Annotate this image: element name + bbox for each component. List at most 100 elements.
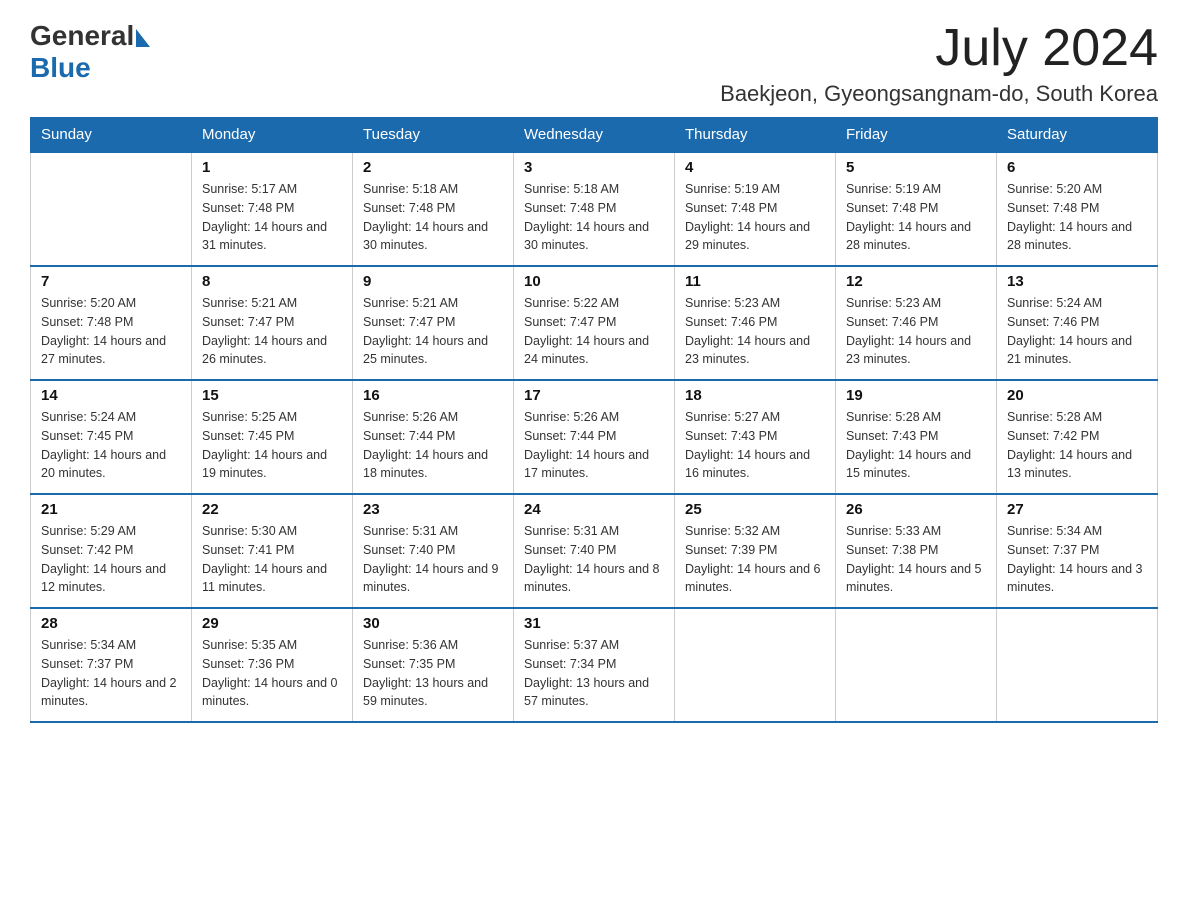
calendar-cell: 18 Sunrise: 5:27 AMSunset: 7:43 PMDayligh… bbox=[675, 380, 836, 494]
day-number: 31 bbox=[524, 615, 664, 632]
day-info: Sunrise: 5:24 AMSunset: 7:46 PMDaylight:… bbox=[1007, 294, 1147, 369]
calendar-cell bbox=[997, 608, 1158, 722]
column-header-tuesday: Tuesday bbox=[353, 118, 514, 153]
day-number: 12 bbox=[846, 273, 986, 290]
day-info: Sunrise: 5:32 AMSunset: 7:39 PMDaylight:… bbox=[685, 522, 825, 597]
calendar-cell: 8 Sunrise: 5:21 AMSunset: 7:47 PMDaylight… bbox=[192, 266, 353, 380]
day-info: Sunrise: 5:35 AMSunset: 7:36 PMDaylight:… bbox=[202, 636, 342, 711]
calendar-cell: 21 Sunrise: 5:29 AMSunset: 7:42 PMDayligh… bbox=[31, 494, 192, 608]
day-number: 23 bbox=[363, 501, 503, 518]
day-info: Sunrise: 5:28 AMSunset: 7:42 PMDaylight:… bbox=[1007, 408, 1147, 483]
calendar-cell: 25 Sunrise: 5:32 AMSunset: 7:39 PMDayligh… bbox=[675, 494, 836, 608]
calendar-cell: 2 Sunrise: 5:18 AMSunset: 7:48 PMDaylight… bbox=[353, 152, 514, 266]
day-info: Sunrise: 5:20 AMSunset: 7:48 PMDaylight:… bbox=[41, 294, 181, 369]
calendar-cell: 5 Sunrise: 5:19 AMSunset: 7:48 PMDaylight… bbox=[836, 152, 997, 266]
day-info: Sunrise: 5:21 AMSunset: 7:47 PMDaylight:… bbox=[363, 294, 503, 369]
column-header-wednesday: Wednesday bbox=[514, 118, 675, 153]
calendar-cell: 12 Sunrise: 5:23 AMSunset: 7:46 PMDayligh… bbox=[836, 266, 997, 380]
day-number: 18 bbox=[685, 387, 825, 404]
calendar-cell: 24 Sunrise: 5:31 AMSunset: 7:40 PMDayligh… bbox=[514, 494, 675, 608]
day-number: 25 bbox=[685, 501, 825, 518]
day-info: Sunrise: 5:34 AMSunset: 7:37 PMDaylight:… bbox=[1007, 522, 1147, 597]
calendar-cell: 30 Sunrise: 5:36 AMSunset: 7:35 PMDayligh… bbox=[353, 608, 514, 722]
calendar-cell bbox=[31, 152, 192, 266]
day-info: Sunrise: 5:18 AMSunset: 7:48 PMDaylight:… bbox=[524, 180, 664, 255]
calendar-week-row: 7 Sunrise: 5:20 AMSunset: 7:48 PMDaylight… bbox=[31, 266, 1158, 380]
day-number: 20 bbox=[1007, 387, 1147, 404]
calendar-cell: 23 Sunrise: 5:31 AMSunset: 7:40 PMDayligh… bbox=[353, 494, 514, 608]
day-number: 14 bbox=[41, 387, 181, 404]
day-info: Sunrise: 5:23 AMSunset: 7:46 PMDaylight:… bbox=[846, 294, 986, 369]
day-number: 27 bbox=[1007, 501, 1147, 518]
calendar-cell: 19 Sunrise: 5:28 AMSunset: 7:43 PMDayligh… bbox=[836, 380, 997, 494]
day-number: 2 bbox=[363, 159, 503, 176]
calendar-week-row: 21 Sunrise: 5:29 AMSunset: 7:42 PMDayligh… bbox=[31, 494, 1158, 608]
calendar-cell: 27 Sunrise: 5:34 AMSunset: 7:37 PMDayligh… bbox=[997, 494, 1158, 608]
day-info: Sunrise: 5:20 AMSunset: 7:48 PMDaylight:… bbox=[1007, 180, 1147, 255]
day-info: Sunrise: 5:24 AMSunset: 7:45 PMDaylight:… bbox=[41, 408, 181, 483]
calendar-cell: 13Sunrise: 5:24 AMSunset: 7:46 PMDayligh… bbox=[997, 266, 1158, 380]
calendar-cell: 15Sunrise: 5:25 AMSunset: 7:45 PMDayligh… bbox=[192, 380, 353, 494]
day-info: Sunrise: 5:30 AMSunset: 7:41 PMDaylight:… bbox=[202, 522, 342, 597]
calendar-cell: 29Sunrise: 5:35 AMSunset: 7:36 PMDayligh… bbox=[192, 608, 353, 722]
calendar-header-row: SundayMondayTuesdayWednesdayThursdayFrid… bbox=[31, 118, 1158, 153]
calendar-cell: 20 Sunrise: 5:28 AMSunset: 7:42 PMDayligh… bbox=[997, 380, 1158, 494]
title-area: July 2024 Baekjeon, Gyeongsangnam-do, So… bbox=[720, 20, 1158, 107]
day-number: 19 bbox=[846, 387, 986, 404]
day-number: 9 bbox=[363, 273, 503, 290]
day-info: Sunrise: 5:21 AMSunset: 7:47 PMDaylight:… bbox=[202, 294, 342, 369]
day-info: Sunrise: 5:23 AMSunset: 7:46 PMDaylight:… bbox=[685, 294, 825, 369]
calendar-cell: 14 Sunrise: 5:24 AMSunset: 7:45 PMDayligh… bbox=[31, 380, 192, 494]
day-number: 3 bbox=[524, 159, 664, 176]
column-header-friday: Friday bbox=[836, 118, 997, 153]
logo-triangle-icon bbox=[136, 29, 150, 47]
day-info: Sunrise: 5:25 AMSunset: 7:45 PMDaylight:… bbox=[202, 408, 342, 483]
day-number: 5 bbox=[846, 159, 986, 176]
day-info: Sunrise: 5:26 AMSunset: 7:44 PMDaylight:… bbox=[363, 408, 503, 483]
day-number: 30 bbox=[363, 615, 503, 632]
month-year-title: July 2024 bbox=[720, 20, 1158, 77]
day-info: Sunrise: 5:22 AMSunset: 7:47 PMDaylight:… bbox=[524, 294, 664, 369]
day-number: 22 bbox=[202, 501, 342, 518]
column-header-thursday: Thursday bbox=[675, 118, 836, 153]
day-info: Sunrise: 5:17 AMSunset: 7:48 PMDaylight:… bbox=[202, 180, 342, 255]
calendar-week-row: 14 Sunrise: 5:24 AMSunset: 7:45 PMDayligh… bbox=[31, 380, 1158, 494]
calendar-table: SundayMondayTuesdayWednesdayThursdayFrid… bbox=[30, 117, 1158, 723]
day-number: 28 bbox=[41, 615, 181, 632]
logo-blue-text: Blue bbox=[30, 52, 91, 84]
calendar-cell: 22 Sunrise: 5:30 AMSunset: 7:41 PMDayligh… bbox=[192, 494, 353, 608]
column-header-monday: Monday bbox=[192, 118, 353, 153]
day-number: 1 bbox=[202, 159, 342, 176]
day-number: 21 bbox=[41, 501, 181, 518]
day-info: Sunrise: 5:29 AMSunset: 7:42 PMDaylight:… bbox=[41, 522, 181, 597]
column-header-saturday: Saturday bbox=[997, 118, 1158, 153]
day-info: Sunrise: 5:19 AMSunset: 7:48 PMDaylight:… bbox=[846, 180, 986, 255]
calendar-cell: 3 Sunrise: 5:18 AMSunset: 7:48 PMDaylight… bbox=[514, 152, 675, 266]
calendar-week-row: 1 Sunrise: 5:17 AMSunset: 7:48 PMDaylight… bbox=[31, 152, 1158, 266]
day-info: Sunrise: 5:28 AMSunset: 7:43 PMDaylight:… bbox=[846, 408, 986, 483]
calendar-cell: 26Sunrise: 5:33 AMSunset: 7:38 PMDayligh… bbox=[836, 494, 997, 608]
calendar-cell: 31Sunrise: 5:37 AMSunset: 7:34 PMDayligh… bbox=[514, 608, 675, 722]
day-info: Sunrise: 5:18 AMSunset: 7:48 PMDaylight:… bbox=[363, 180, 503, 255]
day-info: Sunrise: 5:27 AMSunset: 7:43 PMDaylight:… bbox=[685, 408, 825, 483]
calendar-cell bbox=[836, 608, 997, 722]
calendar-cell: 17Sunrise: 5:26 AMSunset: 7:44 PMDayligh… bbox=[514, 380, 675, 494]
day-number: 24 bbox=[524, 501, 664, 518]
day-number: 10 bbox=[524, 273, 664, 290]
calendar-cell: 28 Sunrise: 5:34 AMSunset: 7:37 PMDayligh… bbox=[31, 608, 192, 722]
calendar-cell: 4Sunrise: 5:19 AMSunset: 7:48 PMDaylight… bbox=[675, 152, 836, 266]
day-number: 8 bbox=[202, 273, 342, 290]
day-info: Sunrise: 5:31 AMSunset: 7:40 PMDaylight:… bbox=[524, 522, 664, 597]
day-info: Sunrise: 5:36 AMSunset: 7:35 PMDaylight:… bbox=[363, 636, 503, 711]
location-subtitle: Baekjeon, Gyeongsangnam-do, South Korea bbox=[720, 81, 1158, 107]
logo-general-text: General bbox=[30, 20, 134, 52]
calendar-cell: 9 Sunrise: 5:21 AMSunset: 7:47 PMDaylight… bbox=[353, 266, 514, 380]
day-info: Sunrise: 5:19 AMSunset: 7:48 PMDaylight:… bbox=[685, 180, 825, 255]
day-info: Sunrise: 5:34 AMSunset: 7:37 PMDaylight:… bbox=[41, 636, 181, 711]
day-info: Sunrise: 5:33 AMSunset: 7:38 PMDaylight:… bbox=[846, 522, 986, 597]
day-info: Sunrise: 5:31 AMSunset: 7:40 PMDaylight:… bbox=[363, 522, 503, 597]
calendar-week-row: 28 Sunrise: 5:34 AMSunset: 7:37 PMDayligh… bbox=[31, 608, 1158, 722]
day-number: 7 bbox=[41, 273, 181, 290]
calendar-cell: 7 Sunrise: 5:20 AMSunset: 7:48 PMDaylight… bbox=[31, 266, 192, 380]
day-number: 16 bbox=[363, 387, 503, 404]
